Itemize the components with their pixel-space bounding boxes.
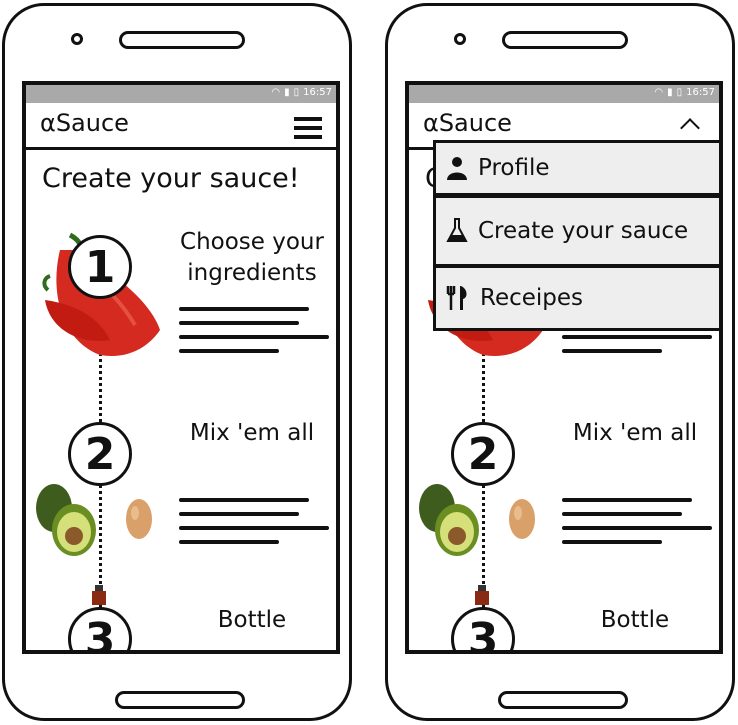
step-2-title: Mix 'em all — [189, 420, 315, 446]
earpiece-speaker — [502, 31, 628, 49]
wifi-icon: ◠ — [654, 87, 664, 98]
wifi-icon: ◠ — [271, 87, 281, 98]
step-3-title: Bottle — [217, 607, 287, 633]
status-time: 16:57 — [303, 87, 332, 98]
menu-item-label: Create your sauce — [478, 218, 689, 244]
person-icon — [447, 157, 467, 180]
menu-item-label: Profile — [478, 155, 550, 181]
step-3-title: Bottle — [600, 607, 670, 633]
menu-item-label: Receipes — [480, 285, 584, 311]
step-3-badge: 3 — [68, 607, 132, 650]
egg-image — [509, 499, 535, 539]
avocado-image — [419, 484, 479, 556]
flask-icon — [446, 218, 468, 242]
status-bar: ◠ ▮ ▯ 16:57 — [409, 85, 719, 103]
phone-frame-right: ◠ ▮ ▯ 16:57 αSauce Create your sauce! 1 … — [385, 3, 735, 721]
step-2-badge: 2 — [68, 422, 132, 486]
signal-icon: ▮ — [284, 87, 290, 98]
step-3-badge: 3 — [451, 607, 515, 650]
signal-icon: ▮ — [667, 87, 673, 98]
screen-left: ◠ ▮ ▯ 16:57 αSauce Create your sauce! 1 … — [22, 81, 340, 654]
step-2-description-placeholder — [179, 498, 329, 554]
screen-right: ◠ ▮ ▯ 16:57 αSauce Create your sauce! 1 … — [405, 81, 723, 654]
app-title: αSauce — [40, 109, 129, 137]
sauce-bottle-image — [92, 585, 106, 605]
front-camera — [71, 33, 83, 45]
step-2-badge: 2 — [451, 422, 515, 486]
earpiece-speaker — [119, 31, 245, 49]
hamburger-menu-icon[interactable] — [294, 117, 322, 139]
menu-item-profile[interactable]: Profile — [433, 140, 719, 196]
menu-item-create-sauce[interactable]: Create your sauce — [433, 195, 719, 267]
step-2-title: Mix 'em all — [572, 420, 698, 446]
step-1-description-placeholder — [179, 307, 329, 363]
battery-icon: ▯ — [293, 87, 300, 98]
battery-icon: ▯ — [676, 87, 683, 98]
home-button[interactable] — [498, 691, 628, 709]
step-1-title: Choose your ingredients — [180, 229, 324, 286]
status-bar: ◠ ▮ ▯ 16:57 — [26, 85, 336, 103]
page-heading: Create your sauce! — [42, 163, 300, 194]
status-time: 16:57 — [686, 87, 715, 98]
step-2-description-placeholder — [562, 498, 712, 554]
menu-item-receipes[interactable]: Receipes — [433, 265, 719, 331]
app-bar: αSauce — [26, 103, 336, 150]
phone-frame-left: ◠ ▮ ▯ 16:57 αSauce Create your sauce! 1 … — [2, 3, 352, 721]
home-button[interactable] — [115, 691, 245, 709]
fork-knife-icon — [446, 286, 467, 310]
front-camera — [454, 33, 466, 45]
avocado-image — [36, 484, 96, 556]
sauce-bottle-image — [475, 585, 489, 605]
step-1-badge: 1 — [68, 235, 132, 299]
chevron-up-icon[interactable] — [680, 118, 700, 138]
app-title: αSauce — [423, 109, 512, 137]
egg-image — [126, 499, 152, 539]
